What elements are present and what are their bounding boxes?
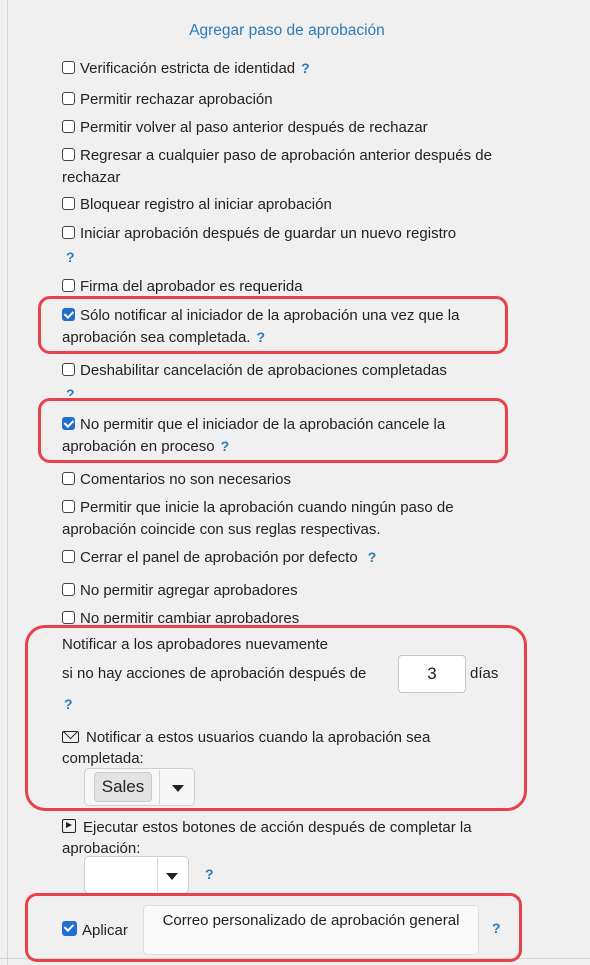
checkbox[interactable] [62,92,75,105]
option-allow-reject[interactable]: Permitir rechazar aprobación [62,89,508,111]
option-disable-cancel-completed[interactable]: Deshabilitar cancelación de aprobaciones… [62,360,508,396]
checkbox[interactable] [62,500,75,513]
checkbox[interactable] [62,279,75,292]
option-label: Bloquear registro al iniciar aprobación [80,196,332,213]
help-icon[interactable]: ? [205,866,214,882]
action-button-icon [62,819,76,833]
option-signature-required[interactable]: Firma del aprobador es requerida [62,276,508,298]
option-no-add-approvers[interactable]: No permitir agregar aprobadores [62,580,508,602]
option-label: Cerrar el panel de aprobación por defect… [80,549,358,566]
option-label: Comentarios no son necesarios [80,471,291,488]
option-start-after-save[interactable]: Iniciar aprobación después de guardar un… [62,223,508,268]
help-icon[interactable]: ? [66,247,508,269]
option-label: No permitir cambiar aprobadores [80,610,300,624]
checkbox[interactable] [62,197,75,210]
option-start-when-no-step-matches[interactable]: Permitir que inicie la aprobación cuando… [62,497,508,540]
checkbox[interactable] [62,226,75,239]
help-icon[interactable]: ? [66,384,508,396]
option-lock-record[interactable]: Bloquear registro al iniciar aprobación [62,194,508,216]
option-label: No permitir agregar aprobadores [80,582,298,599]
option-label: Permitir que inicie la aprobación cuando… [62,499,454,538]
panel-left-border [7,0,8,965]
checkbox[interactable] [62,550,75,563]
checkbox[interactable] [62,61,75,74]
option-label: Regresar a cualquier paso de aprobación … [62,147,492,186]
checkbox[interactable] [62,148,75,161]
option-label: Iniciar aprobación después de guardar un… [80,225,457,242]
checkbox[interactable] [62,120,75,133]
option-return-any-step[interactable]: Regresar a cualquier paso de aprobación … [62,145,508,188]
option-label: Permitir volver al paso anterior después… [80,119,428,136]
help-icon[interactable]: ? [301,60,310,76]
select-divider [157,858,158,892]
panel-title: Agregar paso de aprobación [189,22,385,39]
option-return-previous-step[interactable]: Permitir volver al paso anterior después… [62,117,508,139]
option-comments-not-required[interactable]: Comentarios no son necesarios [62,469,508,491]
action-buttons-label: Ejecutar estos botones de acción después… [62,819,472,857]
checkbox[interactable] [62,363,75,376]
option-label: Firma del aprobador es requerida [80,278,303,295]
option-label: Deshabilitar cancelación de aprobaciones… [80,362,447,379]
checkbox[interactable] [62,583,75,596]
highlight-box [38,296,508,354]
highlight-box [25,893,522,962]
highlight-box [38,398,508,463]
option-label: Verificación estricta de identidad [80,60,296,77]
highlight-box [25,625,527,811]
option-strict-identity[interactable]: Verificación estricta de identidad? [62,58,508,80]
checkbox[interactable] [62,472,75,485]
help-icon[interactable]: ? [368,549,377,565]
option-label: Permitir rechazar aprobación [80,91,273,108]
option-close-panel-default[interactable]: Cerrar el panel de aprobación por defect… [62,547,508,569]
checkbox[interactable] [62,611,75,624]
chevron-down-icon[interactable] [166,873,178,880]
option-no-change-approvers[interactable]: No permitir cambiar aprobadores [62,608,508,624]
